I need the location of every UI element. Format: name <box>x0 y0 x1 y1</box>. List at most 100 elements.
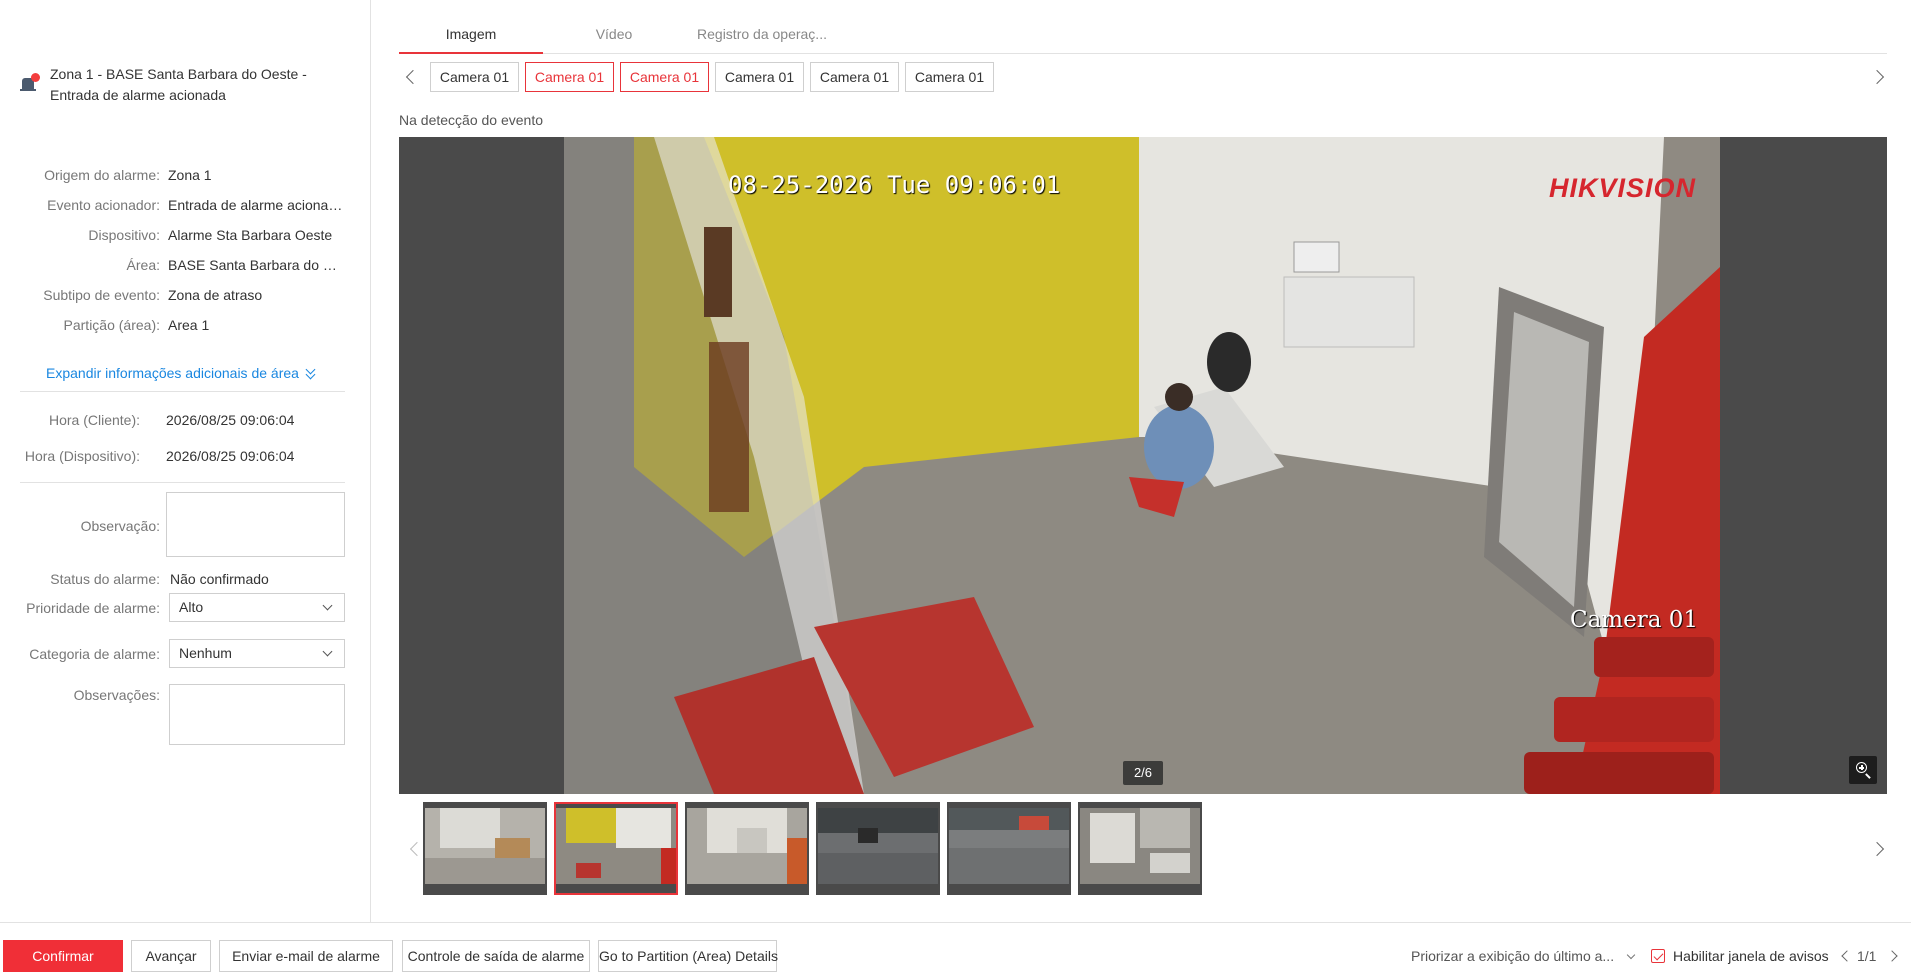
detail-row-partition: Partição (área): Area 1 <box>0 315 350 335</box>
image-pager: 2/6 <box>1123 761 1163 785</box>
category-label: Categoria de alarme: <box>29 646 160 662</box>
thumbnail-strip <box>399 800 1887 898</box>
content-tabs: Imagem Vídeo Registro da operaç... <box>399 16 1887 54</box>
thumbnail[interactable] <box>816 802 940 895</box>
camera-snapshot: 08-25-2026 Tue 09:06:01 HIKVISION Camera… <box>564 137 1720 794</box>
detail-row-trigger-event: Evento acionador: Entrada de alarme acio… <box>0 195 350 215</box>
detail-label: Área: <box>126 257 160 273</box>
alarm-details-panel: Zona 1 - BASE Santa Barbara do Oeste - E… <box>0 0 371 922</box>
expand-area-info-label: Expandir informações adicionais de área <box>46 365 299 381</box>
detail-value: Zona 1 <box>168 167 212 183</box>
zoom-in-button[interactable] <box>1849 756 1877 784</box>
divider <box>20 482 345 483</box>
detail-value: Entrada de alarme acionada <box>168 197 343 213</box>
detail-label: Partição (área): <box>63 317 160 333</box>
detail-row-event-subtype: Subtipo de evento: Zona de atraso <box>0 285 350 305</box>
detail-value: Zona de atraso <box>168 287 263 303</box>
camera-selector: Camera 01 Camera 01 Camera 01 Camera 01 … <box>399 62 1887 92</box>
priority-display-dropdown[interactable]: Priorizar a exibição do último a... <box>1411 940 1636 972</box>
image-caption: Na detecção do evento <box>399 112 543 128</box>
detail-value: BASE Santa Barbara do Oe... <box>168 257 343 273</box>
chevron-left-icon[interactable] <box>405 69 421 85</box>
alarm-title: Zona 1 - BASE Santa Barbara do Oeste - E… <box>50 66 307 103</box>
divider <box>20 391 345 392</box>
chevron-left-icon[interactable] <box>1841 950 1853 962</box>
thumbnail[interactable] <box>554 802 678 895</box>
expand-area-info-link[interactable]: Expandir informações adicionais de área <box>46 365 317 381</box>
time-row-client: Hora (Cliente): 2026/08/25 09:06:04 <box>0 410 350 430</box>
thumbnail-image <box>818 808 938 884</box>
thumbnail-image <box>1080 808 1200 884</box>
double-chevron-down-icon <box>305 367 317 379</box>
thumbnail-image <box>949 808 1069 884</box>
enable-popup-checkbox[interactable] <box>1651 949 1665 963</box>
detail-value: Area 1 <box>168 317 210 333</box>
alarm-siren-icon <box>20 72 42 94</box>
brand-watermark: HIKVISION <box>1549 173 1697 203</box>
chevron-down-icon <box>322 646 333 657</box>
priority-display-label: Priorizar a exibição do último a... <box>1411 948 1615 964</box>
thumbnail-image <box>425 808 545 884</box>
tab-video[interactable]: Vídeo <box>567 16 661 54</box>
priority-label: Prioridade de alarme: <box>26 600 160 616</box>
chevron-right-icon[interactable] <box>1886 950 1898 962</box>
category-select[interactable]: Nenhum <box>169 639 345 668</box>
camera-button[interactable]: Camera 01 <box>430 62 519 92</box>
confirm-button[interactable]: Confirmar <box>3 940 123 972</box>
alarm-output-control-button[interactable]: Controle de saída de alarme <box>402 940 590 972</box>
chevron-left-icon[interactable] <box>409 841 425 857</box>
remarks-textarea[interactable] <box>169 684 345 745</box>
time-row-device: Hora (Dispositivo): 2026/08/25 09:06:04 <box>0 446 350 466</box>
alarm-status-row: Status do alarme: Não confirmado <box>0 569 350 589</box>
detail-row-area: Área: BASE Santa Barbara do Oe... <box>0 255 350 275</box>
action-bar: Confirmar Avançar Enviar e-mail de alarm… <box>0 922 1911 974</box>
chevron-right-icon[interactable] <box>1869 69 1885 85</box>
detail-row-device: Dispositivo: Alarme Sta Barbara Oeste <box>0 225 350 245</box>
camera-button[interactable]: Camera 01 <box>620 62 709 92</box>
detail-value: Alarme Sta Barbara Oeste <box>168 227 333 243</box>
thumbnail[interactable] <box>947 802 1071 895</box>
camera-button[interactable]: Camera 01 <box>810 62 899 92</box>
alarm-status-value: Não confirmado <box>170 571 269 587</box>
thumbnail[interactable] <box>685 802 809 895</box>
detail-label: Evento acionador: <box>47 197 160 213</box>
thumbnail[interactable] <box>1078 802 1202 895</box>
chevron-down-icon <box>1626 950 1636 960</box>
priority-selected-value: Alto <box>179 599 204 615</box>
remarks-label: Observações: <box>73 687 160 703</box>
tab-image[interactable]: Imagem <box>399 16 543 54</box>
osd-timestamp: 08-25-2026 Tue 09:06:01 <box>728 171 1061 199</box>
detail-row-origin: Origem do alarme: Zona 1 <box>0 165 350 185</box>
detail-label: Dispositivo: <box>88 227 160 243</box>
alarm-header: Zona 1 - BASE Santa Barbara do Oeste - E… <box>20 64 350 106</box>
alarm-status-label: Status do alarme: <box>50 571 160 587</box>
image-viewer[interactable]: 08-25-2026 Tue 09:06:01 HIKVISION Camera… <box>399 137 1887 794</box>
alarm-pagination: 1/1 <box>1838 940 1898 972</box>
osd-camera-name: Camera 01 <box>1570 607 1699 633</box>
detail-label: Origem do alarme: <box>44 167 160 183</box>
next-button[interactable]: Avançar <box>131 940 211 972</box>
time-label: Hora (Cliente): <box>48 412 140 428</box>
thumbnail-image <box>687 808 807 884</box>
time-label: Hora (Dispositivo): <box>24 448 140 464</box>
camera-button[interactable]: Camera 01 <box>715 62 804 92</box>
time-value: 2026/08/25 09:06:04 <box>166 448 295 464</box>
detail-label: Subtipo de evento: <box>43 287 160 303</box>
camera-button[interactable]: Camera 01 <box>905 62 994 92</box>
thumbnail[interactable] <box>423 802 547 895</box>
send-alarm-email-button[interactable]: Enviar e-mail de alarme <box>219 940 393 972</box>
tab-operation-log[interactable]: Registro da operaç... <box>684 16 840 54</box>
camera-button[interactable]: Camera 01 <box>525 62 614 92</box>
observation-label: Observação: <box>80 518 160 534</box>
snapshot-scene <box>564 137 1720 794</box>
category-selected-value: Nenhum <box>179 645 232 661</box>
chevron-right-icon[interactable] <box>1869 841 1885 857</box>
go-to-partition-details-button[interactable]: Go to Partition (Area) Details <box>598 940 778 972</box>
observation-textarea[interactable] <box>166 492 345 557</box>
chevron-down-icon <box>322 600 333 611</box>
page-indicator: 1/1 <box>1857 948 1877 964</box>
thumbnail-image <box>556 808 676 884</box>
priority-select[interactable]: Alto <box>169 593 345 622</box>
enable-popup-label: Habilitar janela de avisos <box>1673 948 1829 964</box>
time-value: 2026/08/25 09:06:04 <box>166 412 295 428</box>
